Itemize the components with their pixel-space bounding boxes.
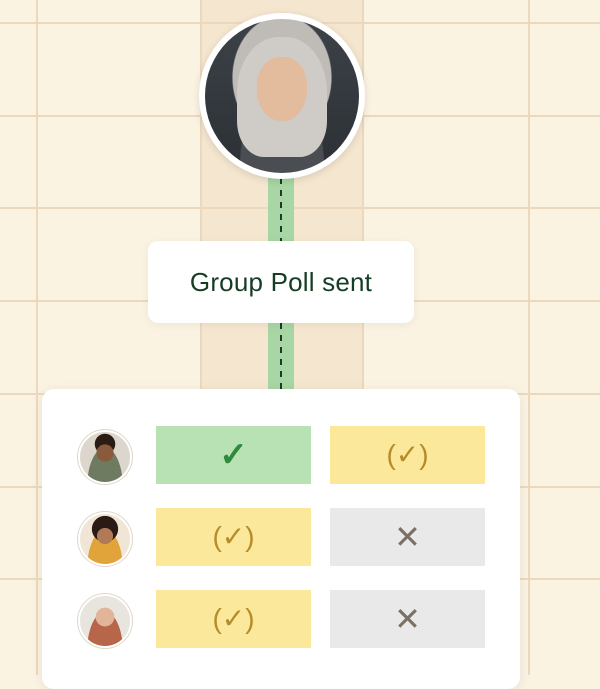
- timeline-connector: [268, 323, 294, 391]
- vote-cell-no: ✕: [330, 590, 485, 648]
- timeline-dash: [280, 323, 282, 391]
- poll-results-card: ✓ (✓) (✓) ✕ (✓) ✕: [42, 389, 520, 689]
- poll-row: (✓) ✕: [42, 590, 520, 648]
- x-icon: ✕: [394, 519, 421, 555]
- maybe-check-icon: (✓): [212, 521, 255, 552]
- grid-line: [0, 207, 600, 209]
- organizer-face: [257, 57, 307, 121]
- maybe-check-icon: (✓): [212, 603, 255, 634]
- vote-cell-yes: ✓: [156, 426, 311, 484]
- check-icon: ✓: [219, 436, 248, 474]
- organizer-photo: [205, 19, 359, 173]
- vote-cell-maybe: (✓): [156, 508, 311, 566]
- grid-line: [528, 0, 530, 675]
- poll-row: ✓ (✓): [42, 426, 520, 484]
- participant-3-avatar: [78, 594, 132, 648]
- vote-cell-maybe: (✓): [330, 426, 485, 484]
- poll-row: (✓) ✕: [42, 508, 520, 566]
- group-poll-sent-callout: Group Poll sent: [148, 241, 414, 323]
- timeline-connector: [268, 178, 294, 242]
- callout-text: Group Poll sent: [189, 266, 373, 297]
- participant-1-avatar: [78, 430, 132, 484]
- grid-line: [36, 0, 38, 675]
- vote-cell-no: ✕: [330, 508, 485, 566]
- vote-cell-maybe: (✓): [156, 590, 311, 648]
- organizer-avatar: [199, 13, 365, 179]
- participant-2-avatar: [78, 512, 132, 566]
- x-icon: ✕: [394, 601, 421, 637]
- timeline-dash: [280, 178, 282, 242]
- maybe-check-icon: (✓): [386, 439, 429, 470]
